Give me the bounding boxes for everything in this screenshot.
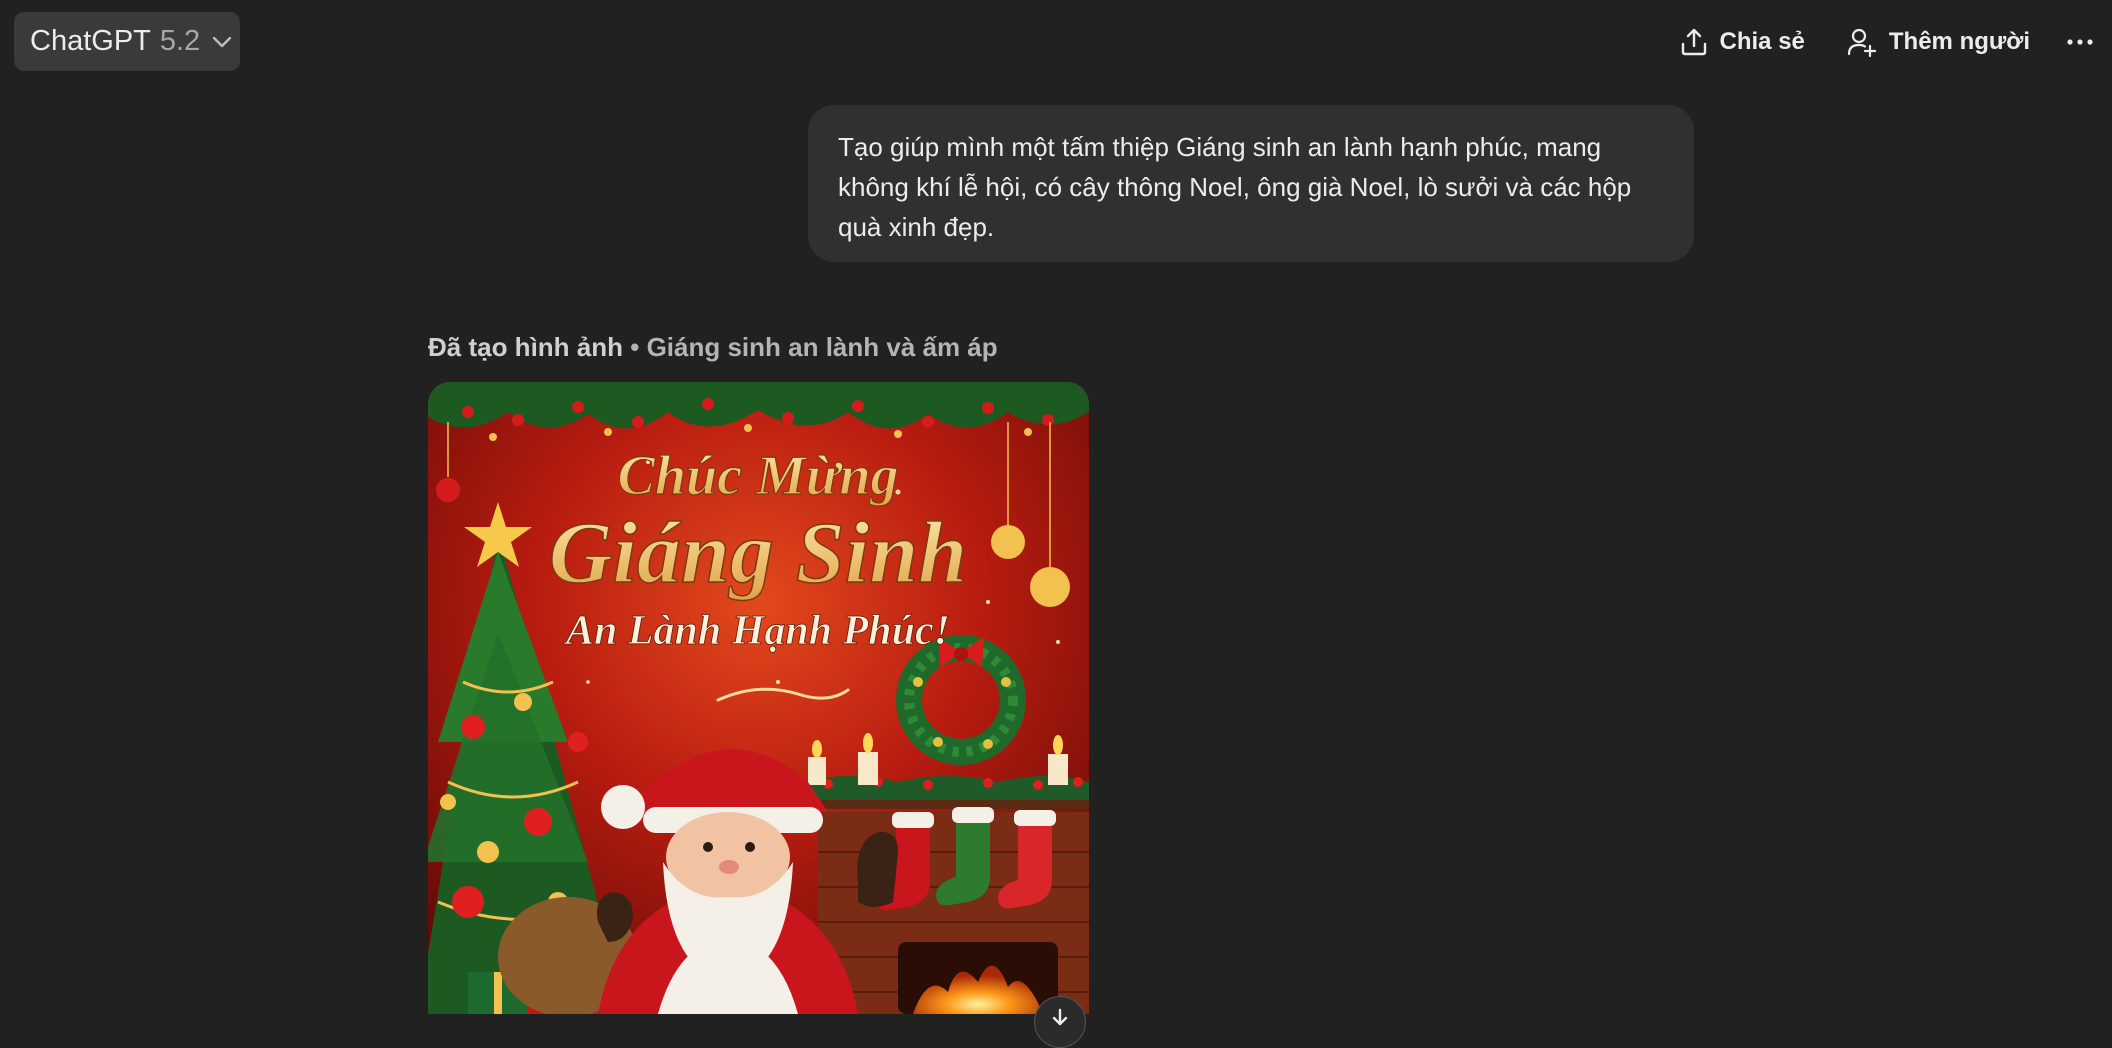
- user-message-text: Tạo giúp mình một tấm thiệp Giáng sinh a…: [838, 132, 1632, 242]
- add-people-button[interactable]: Thêm người: [1847, 27, 2030, 57]
- more-options-button[interactable]: [2066, 38, 2094, 46]
- card-greeting-line3: An Lành Hạnh Phúc!: [563, 608, 950, 654]
- card-greeting-line2: Giáng Sinh: [549, 505, 967, 602]
- chevron-down-icon: [212, 36, 232, 48]
- download-image-button[interactable]: [1034, 996, 1086, 1048]
- card-greeting-line1: Chúc Mừng: [618, 445, 899, 507]
- generated-status: Đã tạo hình ảnh: [428, 332, 623, 362]
- top-bar: ChatGPT 5.2 Chia sẻ Thêm người: [0, 0, 2112, 84]
- generated-image-label: Đã tạo hình ảnh • Giáng sinh an lành và …: [428, 332, 998, 363]
- model-name: ChatGPT: [30, 25, 151, 57]
- generated-title: Giáng sinh an lành và ấm áp: [646, 332, 998, 362]
- download-icon: [1048, 1007, 1072, 1047]
- more-horizontal-icon: [2066, 38, 2094, 46]
- header-actions: Chia sẻ Thêm người: [1680, 0, 2112, 84]
- model-selector-button[interactable]: ChatGPT 5.2: [14, 12, 240, 71]
- label-separator: •: [623, 332, 647, 362]
- add-person-icon: [1847, 27, 1889, 57]
- share-button[interactable]: Chia sẻ: [1680, 27, 1805, 57]
- share-upload-icon: [1680, 27, 1720, 57]
- stockings: [876, 807, 1056, 911]
- add-people-label: Thêm người: [1888, 28, 2030, 55]
- model-version: 5.2: [159, 25, 201, 57]
- user-message-bubble: Tạo giúp mình một tấm thiệp Giáng sinh a…: [808, 105, 1694, 262]
- share-label: Chia sẻ: [1719, 28, 1805, 55]
- generated-image[interactable]: Chúc Mừng Giáng Sinh An Lành Hạnh Phúc!: [428, 382, 1089, 1014]
